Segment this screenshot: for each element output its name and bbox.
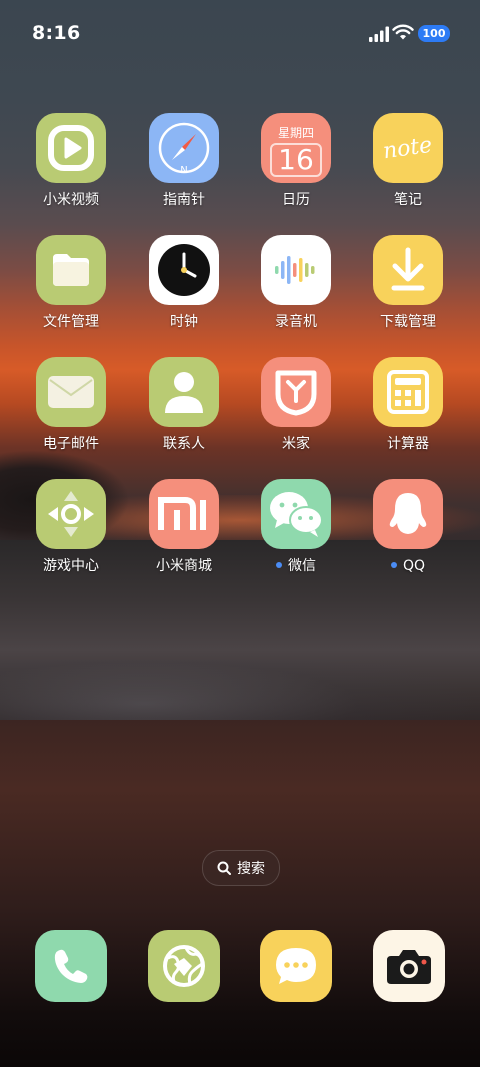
app-label: 联系人 <box>163 436 205 452</box>
app-mijia[interactable]: 米家 <box>246 357 346 467</box>
app-label-text: 微信 <box>288 558 316 574</box>
clock-icon <box>149 235 219 305</box>
app-label: 日历 <box>282 192 310 208</box>
app-xiaomi-video[interactable]: 小米视频 <box>21 113 121 223</box>
calendar-icon: 星期四 16 <box>261 113 331 183</box>
app-label: 指南针 <box>163 192 205 208</box>
app-label: 下载管理 <box>380 314 436 330</box>
app-label: 时钟 <box>170 314 198 330</box>
app-notes[interactable]: note 笔记 <box>358 113 458 223</box>
globe-icon <box>163 945 205 987</box>
calendar-day: 16 <box>270 142 322 177</box>
dock-browser[interactable] <box>148 930 220 1002</box>
app-compass[interactable]: N 指南针 <box>134 113 234 223</box>
search-icon <box>217 861 231 875</box>
app-label: 小米视频 <box>43 192 99 208</box>
dock-phone[interactable] <box>35 930 107 1002</box>
svg-text:N: N <box>180 165 187 176</box>
app-label: 电子邮件 <box>43 436 99 452</box>
app-calculator[interactable]: 计算器 <box>358 357 458 467</box>
app-label: 游戏中心 <box>43 558 99 574</box>
gamepad-icon <box>36 479 106 549</box>
app-label: 米家 <box>282 436 310 452</box>
mail-icon <box>36 357 106 427</box>
app-label: 笔记 <box>394 192 422 208</box>
mijia-icon <box>261 357 331 427</box>
app-label-text: QQ <box>402 558 426 574</box>
qq-penguin-icon <box>373 479 443 549</box>
status-time: 8:16 <box>32 22 81 44</box>
app-downloads[interactable]: 下载管理 <box>358 235 458 345</box>
app-contacts[interactable]: 联系人 <box>134 357 234 467</box>
app-wechat[interactable]: 微信 <box>246 479 346 589</box>
note-icon: note <box>373 113 443 183</box>
app-clock[interactable]: 时钟 <box>134 235 234 345</box>
app-game-center[interactable]: 游戏中心 <box>21 479 121 589</box>
phone-icon <box>54 949 88 983</box>
calculator-icon <box>373 357 443 427</box>
mi-logo-icon: mi <box>149 479 219 549</box>
message-bubble-icon <box>276 948 316 984</box>
note-icon-text: note <box>381 132 435 164</box>
battery-indicator: 100 <box>418 25 450 42</box>
dock-camera[interactable] <box>373 930 445 1002</box>
app-email[interactable]: 电子邮件 <box>21 357 121 467</box>
app-label: 录音机 <box>275 314 317 330</box>
unread-dot <box>390 562 397 568</box>
app-calendar[interactable]: 星期四 16 日历 <box>246 113 346 223</box>
compass-icon: N <box>149 113 219 183</box>
app-label: 计算器 <box>387 436 429 452</box>
video-play-icon <box>36 113 106 183</box>
app-label: 微信 <box>246 557 346 575</box>
app-mi-store[interactable]: mi 小米商城 <box>134 479 234 589</box>
search-label: 搜索 <box>237 861 265 877</box>
search-button[interactable]: 搜索 <box>202 850 280 886</box>
app-label: 小米商城 <box>156 558 212 574</box>
camera-icon <box>387 950 431 984</box>
battery-level: 100 <box>422 27 446 40</box>
download-icon <box>373 235 443 305</box>
sound-wave-icon <box>261 235 331 305</box>
folder-icon <box>36 235 106 305</box>
wifi-icon <box>392 24 414 40</box>
unread-dot <box>276 562 282 568</box>
wechat-icon <box>261 479 331 549</box>
app-qq[interactable]: QQ <box>358 479 458 589</box>
app-file-manager[interactable]: 文件管理 <box>21 235 121 345</box>
person-icon <box>149 357 219 427</box>
app-label: QQ <box>358 557 458 575</box>
app-recorder[interactable]: 录音机 <box>246 235 346 345</box>
app-label: 文件管理 <box>43 314 99 330</box>
dock-messages[interactable] <box>260 930 332 1002</box>
wallpaper-sand <box>0 720 480 1067</box>
calendar-weekday: 星期四 <box>277 125 314 140</box>
status-bar: 8:16 100 <box>0 0 480 64</box>
cellular-signal-icon <box>369 26 389 42</box>
